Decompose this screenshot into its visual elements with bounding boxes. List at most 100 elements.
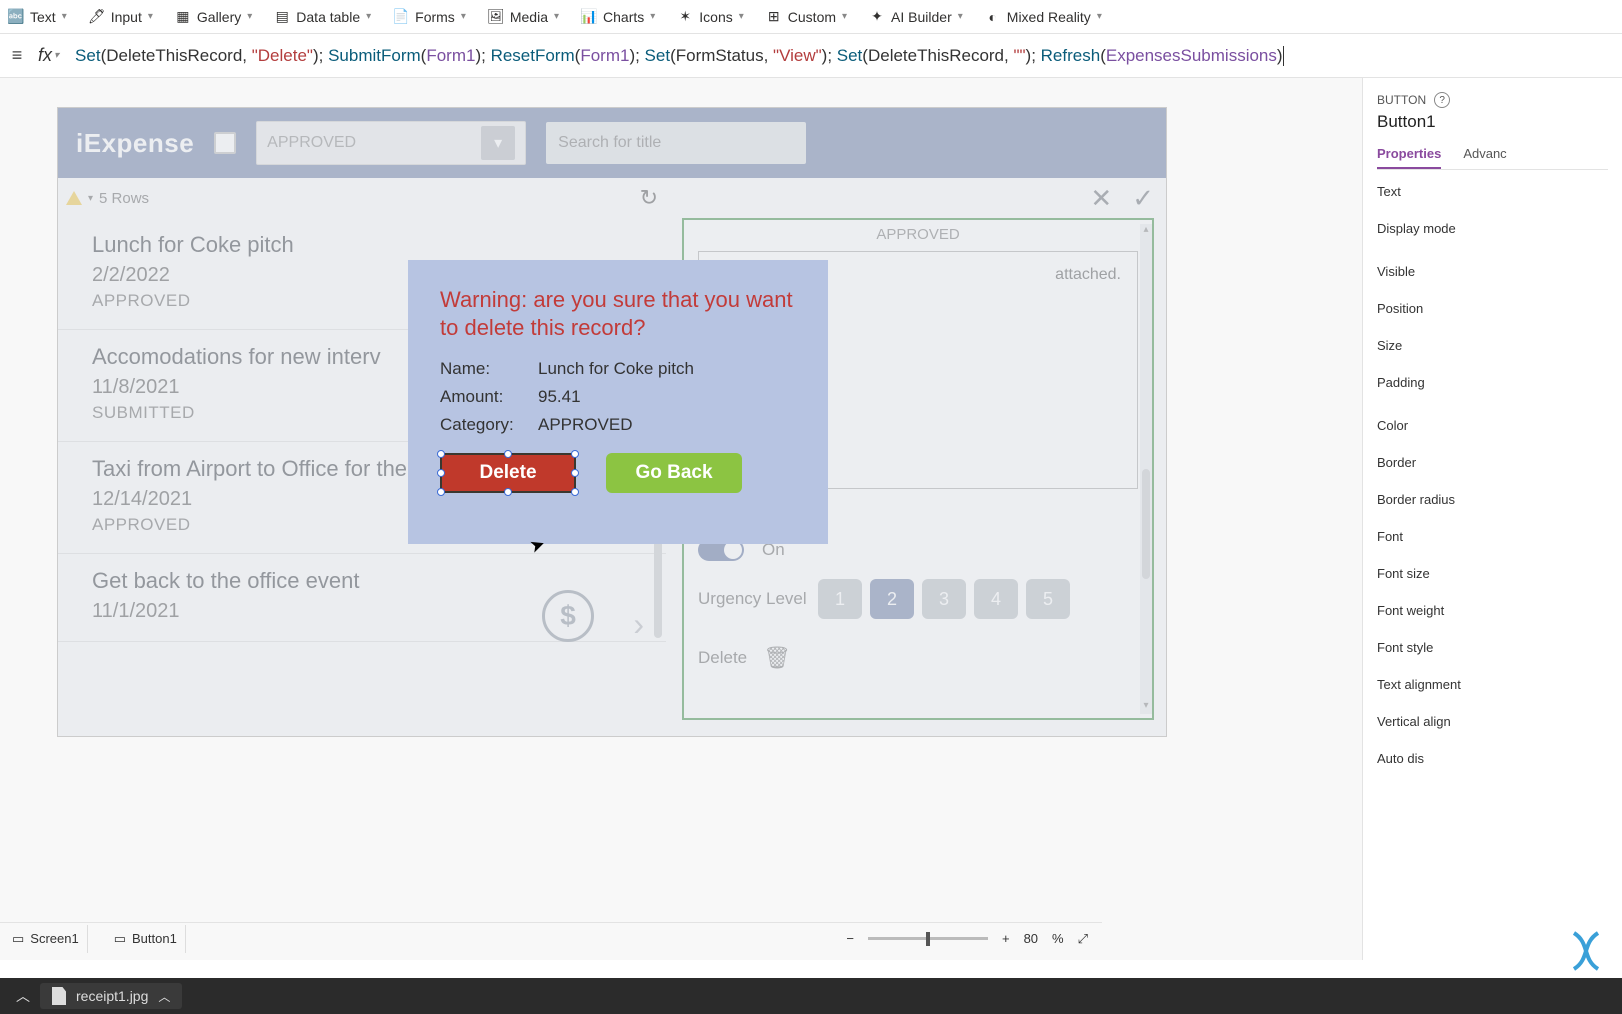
property-text[interactable]: Text <box>1377 184 1608 199</box>
urgency-level-1[interactable]: 1 <box>818 579 862 619</box>
tab-properties[interactable]: Properties <box>1377 146 1441 169</box>
property-padding[interactable]: Padding <box>1377 375 1608 390</box>
ribbon-gallery[interactable]: ▦Gallery▾ <box>175 9 252 25</box>
ribbon-forms[interactable]: 📄Forms▾ <box>393 9 466 25</box>
breadcrumb-screen-label: Screen1 <box>30 931 78 946</box>
help-icon[interactable]: ? <box>1434 92 1450 108</box>
filter-dropdown-value: APPROVED <box>267 134 356 152</box>
form-scrollbar[interactable]: ▴ ▾ <box>1140 224 1152 714</box>
property-size[interactable]: Size <box>1377 338 1608 353</box>
breadcrumb-control[interactable]: ▭ Button1 <box>106 925 186 953</box>
filter-dropdown[interactable]: APPROVED ▾ <box>256 121 526 165</box>
trash-icon[interactable]: 🗑 <box>763 645 791 671</box>
charts-icon: 📊 <box>581 9 597 25</box>
scroll-down-icon[interactable]: ▾ <box>1140 700 1152 714</box>
selection-handle[interactable] <box>571 450 579 458</box>
ribbon-charts[interactable]: 📊Charts▾ <box>581 9 655 25</box>
ribbon-icons[interactable]: ✶Icons▾ <box>677 9 744 25</box>
insert-ribbon: 🔤Text▾ 🖊Input▾ ▦Gallery▾ ▤Data table▾ 📄Forms… <box>0 0 1622 34</box>
search-placeholder: Search for title <box>558 134 661 152</box>
urgency-level-3[interactable]: 3 <box>922 579 966 619</box>
chevron-up-icon[interactable]: ︿ <box>158 988 170 1005</box>
app-header: iExpense APPROVED ▾ Search for title <box>58 108 1166 178</box>
delete-button[interactable]: Delete <box>440 453 576 493</box>
go-back-button[interactable]: Go Back <box>606 453 742 493</box>
accept-icon[interactable]: ✓ <box>1132 183 1154 214</box>
chevron-down-icon: ▾ <box>1097 11 1102 22</box>
urgency-level-2[interactable]: 2 <box>870 579 914 619</box>
ribbon-ai-builder[interactable]: ✦AI Builder▾ <box>869 9 963 25</box>
download-chip[interactable]: receipt1.jpg ︿ <box>40 983 182 1009</box>
selection-handle[interactable] <box>504 450 512 458</box>
property-display-mode[interactable]: Display mode <box>1377 221 1608 236</box>
ribbon-item-label: Icons <box>699 9 732 25</box>
breadcrumb-screen[interactable]: ▭ Screen1 <box>4 925 88 953</box>
fx-label[interactable]: fx ▾ <box>38 45 59 66</box>
property-vertical-align[interactable]: Vertical align <box>1377 714 1608 729</box>
zoom-out-icon[interactable]: − <box>846 931 854 946</box>
chevron-down-icon[interactable]: ▾ <box>88 193 93 204</box>
close-icon[interactable]: ✕ <box>1090 183 1112 214</box>
property-position[interactable]: Position <box>1377 301 1608 316</box>
zoom-unit: % <box>1052 931 1064 946</box>
scroll-thumb[interactable] <box>1142 469 1150 579</box>
selection-handle[interactable] <box>571 488 579 496</box>
urgency-level-4[interactable]: 4 <box>974 579 1018 619</box>
selection-handle[interactable] <box>437 469 445 477</box>
property-font[interactable]: Font <box>1377 529 1608 544</box>
property-font-size[interactable]: Font size <box>1377 566 1608 581</box>
ribbon-item-label: Charts <box>603 9 644 25</box>
ribbon-custom[interactable]: ⊞Custom▾ <box>766 9 847 25</box>
modal-amount-key: Amount: <box>440 387 520 407</box>
fit-screen-icon[interactable]: ⤢ <box>1078 931 1088 947</box>
chevron-right-icon[interactable]: › <box>633 606 644 643</box>
data-table-icon: ▤ <box>274 9 290 25</box>
zoom-slider[interactable] <box>868 937 988 940</box>
refresh-icon[interactable]: ↻ <box>640 185 658 211</box>
ribbon-media[interactable]: 🖼Media▾ <box>488 9 559 25</box>
urgency-level-5[interactable]: 5 <box>1026 579 1070 619</box>
ribbon-text[interactable]: 🔤Text▾ <box>8 9 67 25</box>
selection-handle[interactable] <box>504 488 512 496</box>
ribbon-input[interactable]: 🖊Input▾ <box>89 9 153 25</box>
property-color[interactable]: Color <box>1377 418 1608 433</box>
ribbon-data-table[interactable]: ▤Data table▾ <box>274 9 371 25</box>
filter-checkbox[interactable] <box>214 132 236 154</box>
form-status: APPROVED <box>698 226 1138 243</box>
ribbon-mixed-reality[interactable]: ◐Mixed Reality▾ <box>985 9 1102 25</box>
property-text-alignment[interactable]: Text alignment <box>1377 677 1608 692</box>
rows-count: 5 Rows <box>99 190 149 207</box>
scroll-up-icon[interactable]: ▴ <box>1140 224 1152 238</box>
text-icon: 🔤 <box>8 9 24 25</box>
search-input[interactable]: Search for title <box>546 122 806 164</box>
modal-warning-text: Warning: are you sure that you want to d… <box>440 286 796 341</box>
breadcrumb-control-label: Button1 <box>132 931 177 946</box>
property-visible[interactable]: Visible <box>1377 264 1608 279</box>
property-font-weight[interactable]: Font weight <box>1377 603 1608 618</box>
chevron-down-icon: ▾ <box>554 11 559 22</box>
chevron-down-icon: ▾ <box>54 50 59 61</box>
modal-amount-value: 95.41 <box>538 387 581 407</box>
list-item[interactable]: Get back to the office event11/1/2021$› <box>58 554 666 642</box>
formula-input[interactable]: Set(DeleteThisRecord, "Delete"); SubmitF… <box>69 42 1616 70</box>
chevron-down-icon: ▾ <box>958 11 963 22</box>
input-icon: 🖊 <box>89 9 105 25</box>
modal-name-value: Lunch for Coke pitch <box>538 359 694 379</box>
button-icon: ▭ <box>114 931 126 947</box>
property-border-radius[interactable]: Border radius <box>1377 492 1608 507</box>
selection-handle[interactable] <box>571 469 579 477</box>
property-auto-dis[interactable]: Auto dis <box>1377 751 1608 766</box>
property-border[interactable]: Border <box>1377 455 1608 470</box>
selection-handle[interactable] <box>437 488 445 496</box>
zoom-in-icon[interactable]: + <box>1002 931 1010 946</box>
status-bar: ▭ Screen1 ▭ Button1 − + 80 % ⤢ <box>0 906 1102 960</box>
item-title: Lunch for Coke pitch <box>92 232 648 258</box>
property-font-style[interactable]: Font style <box>1377 640 1608 655</box>
tab-advanced[interactable]: Advanc <box>1463 146 1506 169</box>
gallery-icon: ▦ <box>175 9 191 25</box>
chevron-up-icon[interactable]: ︿ <box>16 986 30 1006</box>
ribbon-item-label: Forms <box>415 9 455 25</box>
control-name[interactable]: Button1 <box>1377 112 1608 132</box>
menu-icon[interactable]: ≡ <box>6 45 28 66</box>
selection-handle[interactable] <box>437 450 445 458</box>
